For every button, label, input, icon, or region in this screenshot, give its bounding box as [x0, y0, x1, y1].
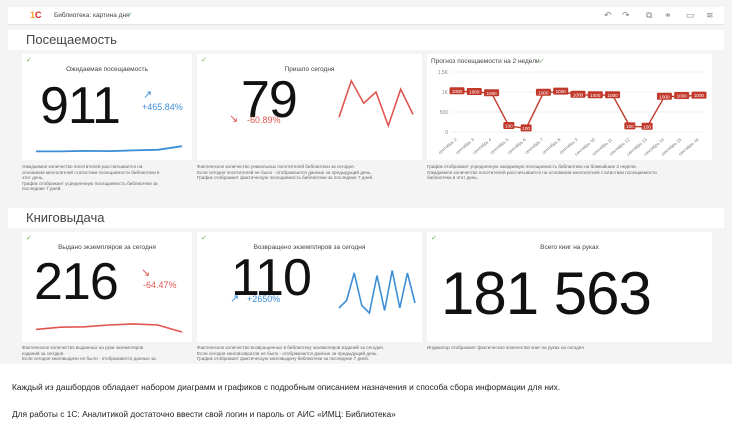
undo-icon[interactable]: ↶	[604, 10, 612, 20]
comment-icon[interactable]: ▭	[686, 10, 695, 20]
sparkline-returned	[338, 270, 416, 315]
sparkline-expected	[36, 145, 183, 153]
card-title: Выдано экземпляров за сегодня	[58, 244, 156, 251]
card-description: Ожидаемое количество посетителей рассчит…	[22, 164, 160, 192]
kpi-delta: -64.47%	[143, 280, 177, 290]
card-came-today: ✓ Пришло сегодня 79 ↘ -60.89%	[197, 54, 422, 160]
data-label: 1000	[573, 92, 584, 97]
card-title: Всего книг на руках	[540, 244, 599, 251]
check-icon: ✓	[26, 235, 32, 242]
section-title-attendance: Посещаемость	[26, 32, 117, 47]
y-tick-label: 1.5K	[438, 70, 449, 76]
check-icon: ✓	[431, 235, 437, 242]
kpi-delta: +465.84%	[142, 102, 183, 112]
forecast-chart: 1.5K1K50001000сентябрь 21000сентябрь 310…	[437, 70, 707, 157]
data-label: 1000	[486, 91, 497, 96]
check-icon: ✓	[539, 58, 545, 65]
check-icon: ✓	[127, 12, 133, 19]
kpi-value: 911	[40, 77, 121, 135]
section-band-books	[8, 208, 724, 228]
filter-icon[interactable]: ≋	[706, 10, 714, 20]
card-expected-attendance: ✓ Ожидаемая посещаемость 911 ↗ +465.84%	[22, 54, 192, 160]
dashboard-screenshot: 1С Библиотека: картина дня ✓ ↶ ↷ ⧉ ⚭ ▭ ≋…	[0, 0, 732, 364]
redo-icon[interactable]: ↷	[622, 10, 630, 20]
arrow-down-icon: ↘	[141, 267, 151, 279]
card-description: График отображает усредненную ожидаемую …	[427, 164, 657, 181]
arrow-up-icon: ↗	[230, 293, 240, 305]
check-icon: ✓	[201, 57, 207, 64]
kpi-value: 216	[34, 253, 119, 311]
data-label: 100	[643, 124, 651, 129]
data-label: 1000	[694, 93, 705, 98]
data-label: 1000	[677, 94, 688, 99]
sparkline-today	[338, 78, 414, 129]
card-description: Фактическое количество возвращенных в би…	[197, 345, 385, 362]
kpi-value: 181 563	[441, 260, 652, 327]
card-title: Пришло сегодня	[284, 66, 335, 73]
card-issued-today: ✓ Выдано экземпляров за сегодня 216 ↘ -6…	[22, 232, 192, 342]
data-label: 100	[626, 124, 634, 129]
data-label: 1000	[452, 89, 463, 94]
arrow-down-icon: ↘	[229, 113, 239, 125]
card-forecast: Прогноз посещаемости на 2 недели ✓ 1.5K 1…	[427, 54, 712, 160]
card-title: Ожидаемая посещаемость	[66, 66, 148, 73]
data-label: 1000	[538, 90, 549, 95]
check-icon: ✓	[201, 235, 207, 242]
kpi-delta: +2650%	[247, 294, 281, 304]
data-label: 1000	[607, 93, 618, 98]
card-returned-today: ✓ Возвращено экземпляров за сегодня 110 …	[197, 232, 422, 342]
section-title-books: Книговыдача	[26, 210, 105, 225]
chart-title: Прогноз посещаемости на 2 недели	[431, 58, 540, 65]
data-label: 1000	[469, 90, 480, 95]
kpi-delta: -60.89%	[247, 115, 281, 125]
open-external-icon[interactable]: ⧉	[646, 10, 652, 20]
y-tick-label: 500	[440, 110, 449, 116]
app-toolbar: 1С Библиотека: картина дня ✓ ↶ ↷ ⧉ ⚭ ▭ ≋	[8, 7, 724, 25]
app-logo: 1С	[30, 10, 42, 20]
data-label: 100	[522, 126, 530, 131]
card-total-on-hand: ✓ Всего книг на руках 181 563	[427, 232, 712, 342]
app-title: Библиотека: картина дня	[54, 12, 130, 19]
sparkline-issued	[35, 323, 183, 333]
caption-text: Для работы с 1С: Аналитикой достаточно в…	[12, 409, 396, 419]
data-label: 1000	[556, 89, 567, 94]
card-description: Фактическое количество уникальных посети…	[197, 164, 374, 181]
data-label: 1000	[590, 93, 601, 98]
data-label: 1000	[659, 94, 670, 99]
data-label: 100	[505, 124, 513, 129]
card-description: Индикатор отображает фактическое количес…	[427, 345, 584, 350]
y-tick-label: 0	[445, 130, 448, 136]
arrow-up-icon: ↗	[143, 89, 153, 101]
link-icon[interactable]: ⚭	[664, 10, 672, 20]
y-tick-label: 1K	[442, 90, 449, 96]
card-description: Фактическое количество выданных на руки …	[22, 345, 156, 362]
check-icon: ✓	[26, 57, 32, 64]
caption-text: Каждый из дашбордов обладает набором диа…	[12, 382, 561, 392]
